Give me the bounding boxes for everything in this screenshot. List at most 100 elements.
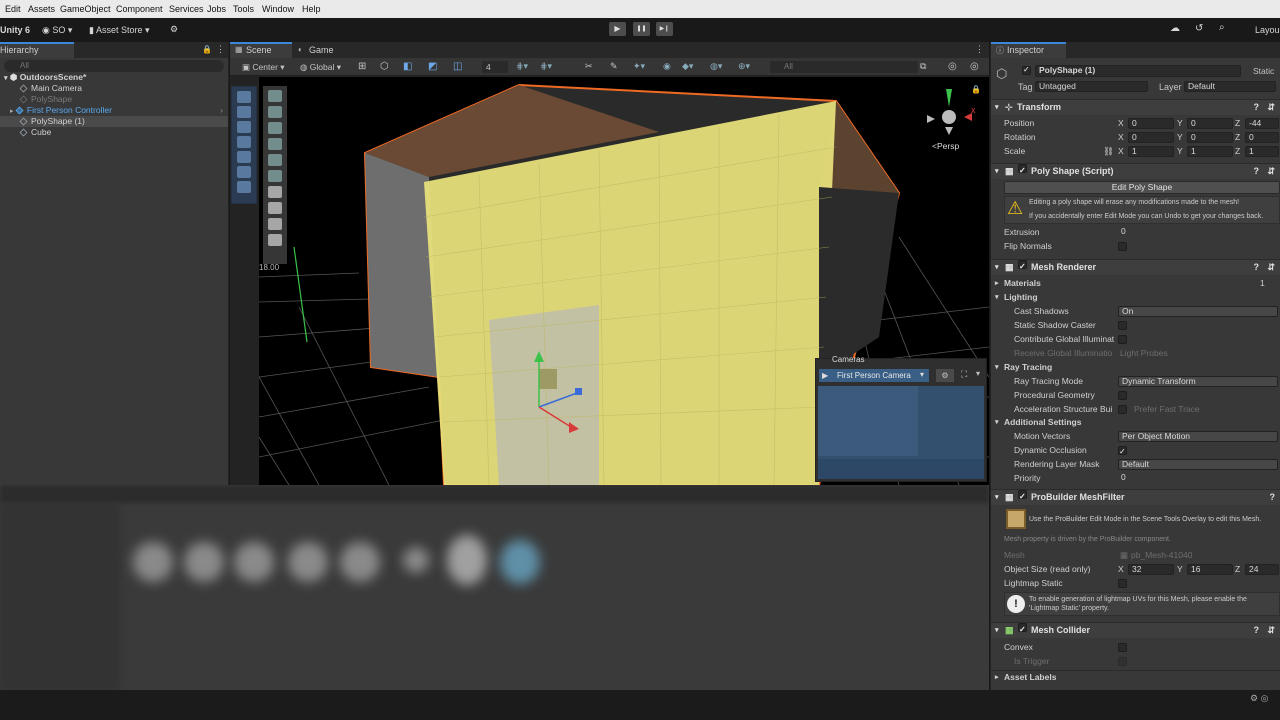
asset-thumbnail[interactable]: [500, 540, 540, 584]
active-checkbox[interactable]: [1022, 65, 1031, 76]
menu-assets[interactable]: Assets: [28, 4, 55, 14]
ray-tracing-section[interactable]: ▾ Ray Tracing: [991, 361, 1280, 374]
scene-search-input[interactable]: All: [770, 61, 918, 73]
asset-thumbnail[interactable]: [133, 542, 173, 582]
static-caster-checkbox[interactable]: [1118, 321, 1127, 330]
object-name-field[interactable]: PolyShape (1): [1035, 65, 1241, 77]
asset-store-button[interactable]: ▮ Asset Store ▾: [89, 25, 150, 36]
edit-shape-icon[interactable]: [268, 186, 282, 198]
position-x-field[interactable]: 0: [1128, 118, 1174, 129]
settings-icon[interactable]: ⇵: [1267, 623, 1275, 638]
cube-object[interactable]: [539, 369, 557, 389]
history-icon[interactable]: ↺: [1195, 23, 1203, 34]
asset-thumbnail[interactable]: [184, 542, 224, 582]
hierarchy-item-cube[interactable]: Cube: [19, 127, 51, 138]
toggle-2d-icon[interactable]: ✂: [585, 61, 593, 72]
expand-arrow-icon[interactable]: ▸: [10, 108, 14, 115]
lock-icon[interactable]: 🔒: [202, 45, 212, 54]
menu-gameobject[interactable]: GameObject: [60, 4, 111, 14]
scale-z-field[interactable]: 1: [1245, 146, 1279, 157]
space-dropdown[interactable]: ◍ Global ▾: [300, 62, 341, 73]
asset-thumbnail[interactable]: [403, 547, 429, 573]
layout-dropdown[interactable]: Layou: [1255, 25, 1280, 35]
help-icon[interactable]: ?: [1254, 164, 1260, 179]
asset-thumbnail[interactable]: [340, 542, 380, 582]
hierarchy-item-main-camera[interactable]: Main Camera: [19, 83, 82, 94]
help-icon[interactable]: ?: [1254, 260, 1260, 275]
edge-mode-icon[interactable]: ◩: [428, 61, 437, 72]
scale-tool-icon[interactable]: [237, 136, 251, 148]
rotate-tool-icon[interactable]: [268, 122, 282, 134]
perspective-label[interactable]: <Persp: [932, 141, 959, 151]
chevron-down-icon[interactable]: ▾: [976, 369, 980, 378]
scale-x-field[interactable]: 1: [1128, 146, 1174, 157]
position-z-field[interactable]: -44: [1245, 118, 1279, 129]
rect-tool-icon[interactable]: [237, 151, 251, 163]
foldout-arrow-icon[interactable]: ▾: [995, 361, 999, 374]
pause-button[interactable]: ❚❚: [633, 22, 650, 36]
more-menu-icon[interactable]: ⋮: [216, 44, 225, 55]
edit-polyshape-button[interactable]: Edit Poly Shape: [1004, 181, 1280, 194]
dynamic-occlusion-checkbox[interactable]: [1118, 445, 1127, 458]
edit-polyshape-icon[interactable]: [268, 218, 282, 230]
asset-labels-section[interactable]: ▸ Asset Labels: [991, 670, 1280, 683]
foldout-arrow-icon[interactable]: ▾: [995, 164, 999, 179]
active-check[interactable]: [1022, 65, 1031, 75]
help-icon[interactable]: ?: [1254, 100, 1260, 115]
hand-tool-icon[interactable]: [268, 90, 282, 102]
audio-toggle-icon[interactable]: ✦▾: [633, 61, 645, 72]
camera-settings-icon[interactable]: ◎: [970, 61, 979, 72]
rotation-z-field[interactable]: 0: [1245, 132, 1279, 143]
meshfilter-header[interactable]: ▾ ▦ ProBuilder MeshFilter?: [991, 489, 1280, 505]
hierarchy-item-polyshape-1[interactable]: PolyShape (1): [0, 116, 228, 127]
settings-icon[interactable]: ⇵: [1267, 260, 1275, 275]
status-icons[interactable]: ⚙ ◎: [1250, 693, 1268, 704]
pivot-dropdown[interactable]: ▣ Center ▾: [242, 62, 285, 73]
menu-edit[interactable]: Edit: [5, 4, 21, 14]
step-button[interactable]: ▶❙: [656, 22, 673, 36]
menu-component[interactable]: Component: [116, 4, 163, 14]
help-icon[interactable]: ?: [1270, 490, 1276, 505]
priority-field[interactable]: 0: [1118, 473, 1278, 484]
scene-root-item[interactable]: ▾ ⬢ OutdoorsScene*: [4, 72, 86, 83]
hierarchy-search-input[interactable]: All: [4, 60, 224, 72]
foldout-arrow-icon[interactable]: ▾: [995, 416, 999, 429]
foldout-arrow-icon[interactable]: ▾: [995, 291, 999, 304]
lighting-toggle-icon[interactable]: ✎: [610, 61, 618, 72]
mesh-collider-header[interactable]: ▾ ▦ Mesh Collider? ⇵: [991, 622, 1280, 638]
menu-jobs[interactable]: Jobs: [207, 4, 226, 14]
asset-thumbnail[interactable]: [234, 542, 274, 582]
orientation-gizmo[interactable]: [927, 89, 972, 135]
enabled-checkbox[interactable]: [1018, 259, 1027, 274]
settings-icon[interactable]: ⇵: [1267, 164, 1275, 179]
rotation-y-field[interactable]: 0: [1187, 132, 1233, 143]
cube-icon[interactable]: ⬡: [380, 61, 389, 72]
extrusion-field[interactable]: 0: [1118, 227, 1278, 238]
link-icon[interactable]: ⛓: [1103, 145, 1114, 158]
grid-size-field[interactable]: 4: [482, 61, 508, 73]
rotation-x-field[interactable]: 0: [1128, 132, 1174, 143]
view-tool-icon[interactable]: [237, 91, 251, 103]
enabled-checkbox[interactable]: [1018, 163, 1027, 178]
convex-checkbox[interactable]: [1118, 643, 1127, 652]
search-icon[interactable]: ⌕: [1219, 22, 1225, 33]
vertex-mode-icon[interactable]: ◧: [403, 61, 412, 72]
polyshape-header[interactable]: ▾ ▦ Poly Shape (Script)? ⇵: [991, 163, 1280, 179]
render-mode-icon[interactable]: ◍▾: [710, 61, 722, 72]
camera-select-dropdown[interactable]: First Person Camera: [819, 369, 929, 382]
materials-row[interactable]: ▸ Materials 1: [991, 277, 1280, 290]
mesh-renderer-header[interactable]: ▾ ▦ Mesh Renderer? ⇵: [991, 259, 1280, 275]
accel-checkbox[interactable]: [1118, 405, 1127, 414]
account-button[interactable]: ◉ SO ▾: [42, 25, 72, 36]
flip-normals-checkbox[interactable]: [1118, 242, 1127, 251]
lightmap-static-checkbox[interactable]: [1118, 579, 1127, 588]
move-tool-icon[interactable]: [268, 106, 282, 118]
lighting-section[interactable]: ▾ Lighting: [991, 291, 1280, 304]
foldout-arrow-icon[interactable]: ▾: [995, 490, 999, 505]
grid-visibility-icon[interactable]: ⋕▾: [516, 61, 528, 72]
cast-shadows-dropdown[interactable]: On: [1118, 306, 1278, 317]
move-gizmo-z-handle[interactable]: [575, 388, 582, 395]
more-menu-icon[interactable]: ⋮: [975, 44, 984, 55]
tag-dropdown[interactable]: Untagged: [1035, 81, 1148, 92]
rt-mode-dropdown[interactable]: Dynamic Transform: [1118, 376, 1278, 387]
